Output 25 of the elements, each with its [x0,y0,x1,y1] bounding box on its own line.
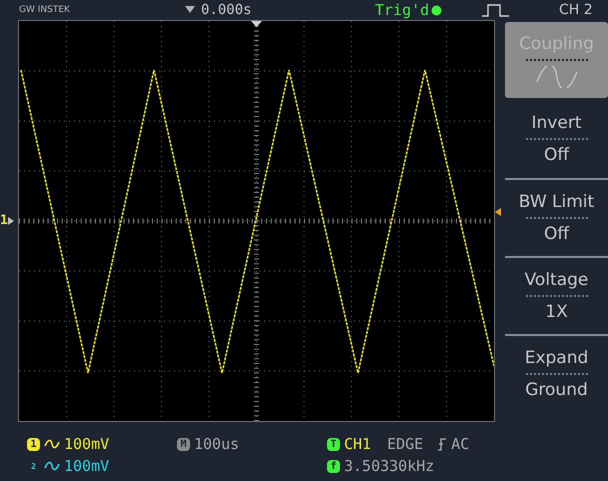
trigger-status: Trig'd [375,1,430,19]
frequency-reading: 3.50330kHz [344,457,434,475]
badge: T [327,438,340,450]
trigger-type: EDGE [387,435,424,453]
marker-arrow-icon [8,216,14,224]
timebase: 100us [194,435,240,453]
pulse-icon [481,3,511,17]
rising-edge-icon [437,438,448,450]
time-offset: 0.000s [201,2,252,18]
channel-scale: 100mV [64,457,110,475]
status-dot-icon [431,4,442,16]
trigger-position-icon [185,6,195,14]
menu-title: CH 2 [559,2,593,18]
ac-wave-icon [44,461,60,471]
badge: M [177,438,190,450]
badge: f [327,460,340,472]
ac-wave-icon [44,439,60,449]
sine-wave-icon [534,66,580,88]
channel-badge: 1 [27,438,40,450]
trigger-coupling: AC [451,435,470,453]
channel-marker: 1 [0,213,8,228]
trigger-source: CH1 [344,435,372,453]
channel-scale: 100mV [64,435,110,453]
channel-number: 2 [30,460,37,472]
brand-logo: GW INSTEK [19,5,71,15]
